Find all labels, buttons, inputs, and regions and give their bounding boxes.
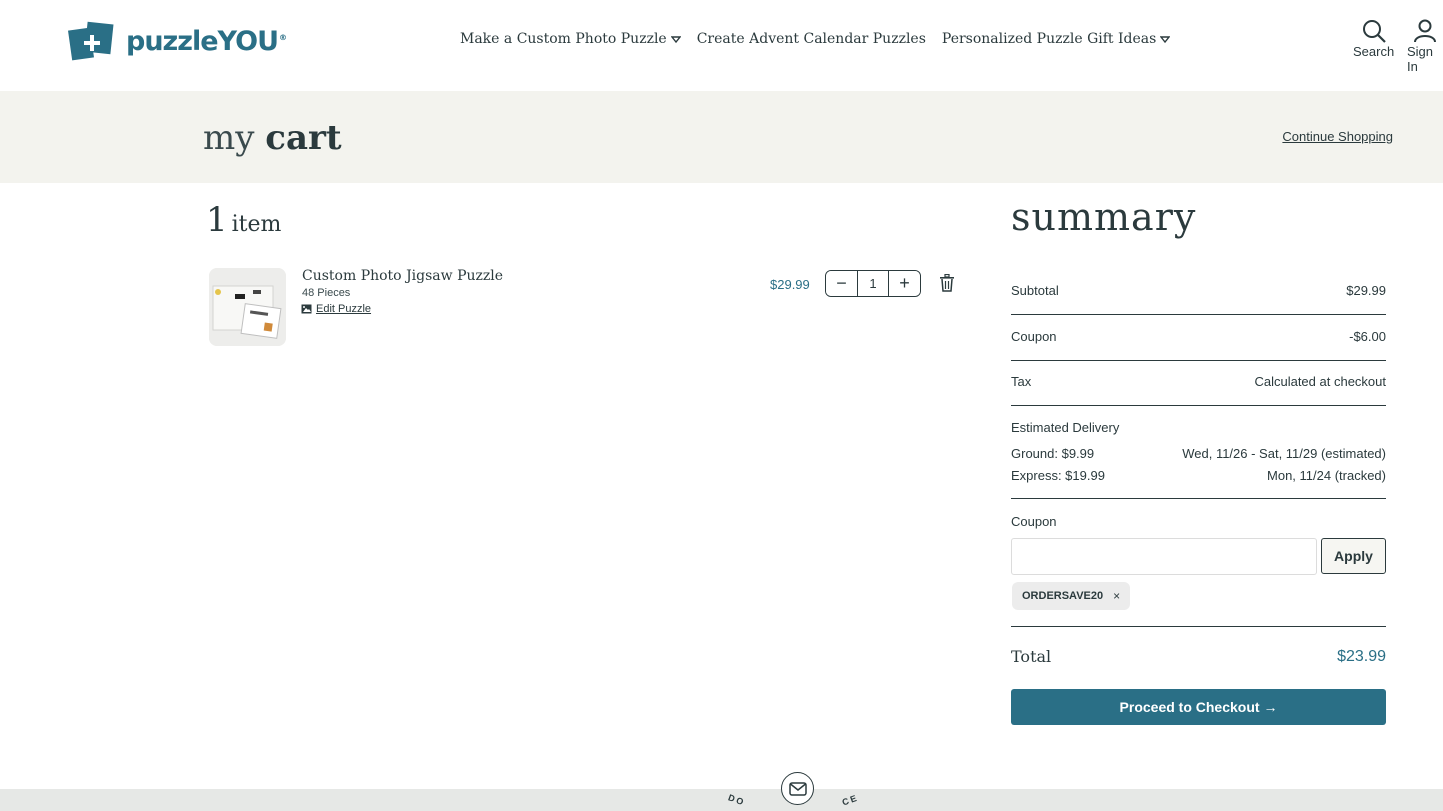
applied-coupon-chip: ORDERSAVE20 × xyxy=(1012,582,1131,610)
express-label: Express: $19.99 xyxy=(1011,468,1105,483)
subtotal-row: Subtotal $29.99 xyxy=(1011,283,1386,298)
decrease-quantity-button[interactable]: − xyxy=(826,271,857,296)
product-price: $29.99 xyxy=(770,277,810,292)
increase-quantity-button[interactable]: + xyxy=(889,271,920,296)
envelope-icon xyxy=(788,781,807,796)
divider xyxy=(1011,498,1386,499)
product-name[interactable]: Custom Photo Jigsaw Puzzle xyxy=(302,268,503,284)
express-value: Mon, 11/24 (tracked) xyxy=(1267,468,1386,483)
chevron-down-icon xyxy=(1160,36,1171,44)
nav-label: Create Advent Calendar Puzzles xyxy=(696,31,926,47)
tax-label: Tax xyxy=(1011,374,1032,389)
edit-puzzle-label: Edit Puzzle xyxy=(316,303,372,315)
search-icon xyxy=(1362,20,1386,43)
coupon-field-row: Coupon xyxy=(1011,514,1386,529)
page-title: my cart xyxy=(203,118,342,158)
coupon-field-label: Coupon xyxy=(1011,514,1057,529)
newsletter-badge[interactable] xyxy=(781,772,814,805)
divider xyxy=(1011,360,1386,361)
search-label: Search xyxy=(1353,44,1395,59)
footer-strip xyxy=(0,789,1443,811)
coupon-discount: -$6.00 xyxy=(1349,329,1386,344)
coupon-label: Coupon xyxy=(1011,329,1057,344)
trash-icon[interactable] xyxy=(939,274,955,292)
nav-custom-photo-puzzle[interactable]: Make a Custom Photo Puzzle xyxy=(460,31,681,47)
coupon-row: Coupon -$6.00 xyxy=(1011,329,1386,344)
ground-label: Ground: $9.99 xyxy=(1011,446,1095,461)
proceed-to-checkout-button[interactable]: Proceed to Checkout → xyxy=(1011,689,1386,725)
image-icon xyxy=(301,304,312,314)
cart-header-band: my cart Continue Shopping xyxy=(0,91,1443,183)
brand-logo[interactable]: puzzleYOU® xyxy=(68,21,287,61)
nav-advent-calendar[interactable]: Create Advent Calendar Puzzles xyxy=(697,31,926,47)
tax-row: Tax Calculated at checkout xyxy=(1011,374,1386,389)
remove-coupon-icon[interactable]: × xyxy=(1113,589,1120,603)
subtotal-label: Subtotal xyxy=(1011,283,1059,298)
delivery-heading-row: Estimated Delivery xyxy=(1011,420,1386,435)
summary-title: summary xyxy=(1011,195,1197,239)
sign-in-label: Sign In xyxy=(1407,44,1434,74)
coupon-input[interactable] xyxy=(1011,538,1317,575)
search-button[interactable]: Search xyxy=(1353,18,1394,59)
ground-delivery-row: Ground: $9.99 Wed, 11/26 - Sat, 11/29 (e… xyxy=(1011,446,1386,461)
nav-gift-ideas[interactable]: Personalized Puzzle Gift Ideas xyxy=(941,31,1171,47)
divider xyxy=(1011,626,1386,627)
sign-in-button[interactable]: Sign In xyxy=(1407,18,1443,74)
quantity-stepper: − 1 + xyxy=(825,270,921,297)
applied-coupon-code: ORDERSAVE20 xyxy=(1022,590,1104,602)
divider xyxy=(1011,405,1386,406)
ground-value: Wed, 11/26 - Sat, 11/29 (estimated) xyxy=(1182,446,1386,461)
checkout-label: Proceed to Checkout → xyxy=(1119,699,1278,715)
edit-puzzle-link[interactable]: Edit Puzzle xyxy=(301,303,371,315)
quantity-value[interactable]: 1 xyxy=(857,271,889,296)
puzzle-preview-image xyxy=(209,268,286,346)
product-thumbnail[interactable] xyxy=(209,268,286,346)
apply-coupon-button[interactable]: Apply xyxy=(1321,538,1386,574)
item-count: 1 item xyxy=(206,200,282,240)
divider xyxy=(1011,314,1386,315)
total-label: Total xyxy=(1011,647,1052,666)
user-icon xyxy=(1414,19,1436,43)
nav-label: Personalized Puzzle Gift Ideas xyxy=(941,31,1157,47)
total-value: $23.99 xyxy=(1337,648,1386,665)
delivery-label: Estimated Delivery xyxy=(1011,420,1120,435)
main-nav: Make a Custom Photo Puzzle Create Advent… xyxy=(460,31,1171,47)
site-header: puzzleYOU® Make a Custom Photo Puzzle Cr… xyxy=(0,0,1443,91)
brand-name: puzzleYOU® xyxy=(126,25,287,57)
nav-label: Make a Custom Photo Puzzle xyxy=(460,31,667,47)
chevron-down-icon xyxy=(670,36,681,44)
subtotal-value: $29.99 xyxy=(1346,283,1386,298)
tax-value: Calculated at checkout xyxy=(1254,374,1386,389)
puzzle-piece-logo-icon xyxy=(68,21,114,61)
continue-shopping-link[interactable]: Continue Shopping xyxy=(1282,129,1393,144)
product-pieces: 48 Pieces xyxy=(302,287,351,299)
express-delivery-row: Express: $19.99 Mon, 11/24 (tracked) xyxy=(1011,468,1386,483)
